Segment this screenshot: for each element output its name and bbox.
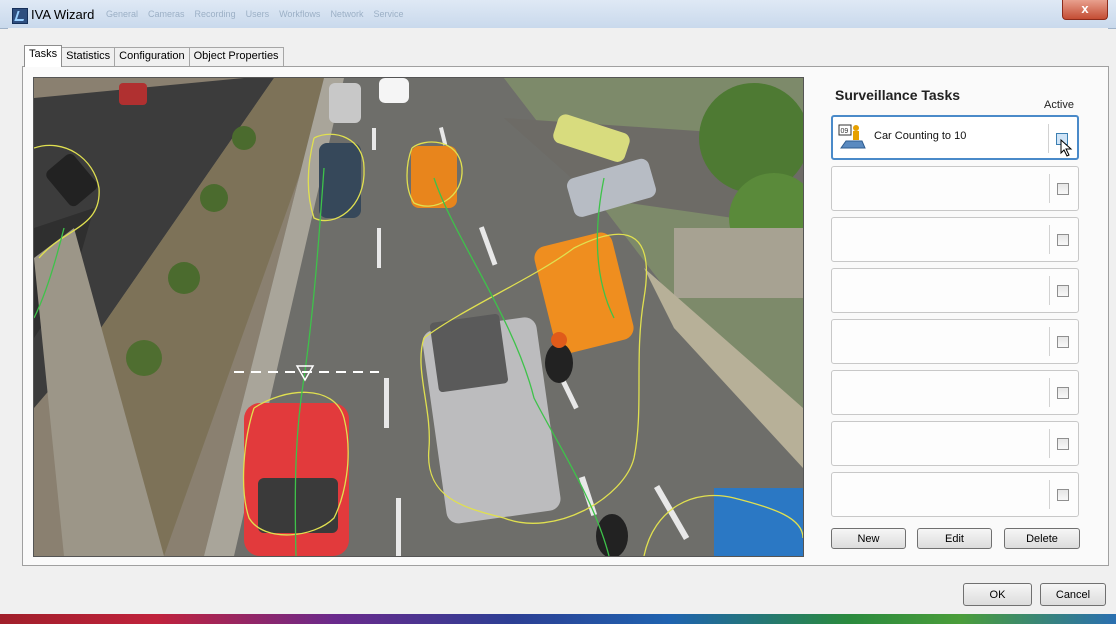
title-bar: IVA Wizard General Cameras Recording Use… bbox=[0, 0, 1116, 29]
surveillance-tasks-title: Surveillance Tasks bbox=[835, 87, 961, 103]
svg-text:09: 09 bbox=[841, 128, 849, 135]
camera-video-view[interactable] bbox=[33, 77, 804, 557]
shrub bbox=[126, 340, 162, 376]
task-row-separator bbox=[1049, 225, 1050, 254]
task-row[interactable] bbox=[831, 166, 1079, 211]
task-row-separator bbox=[1049, 174, 1050, 203]
task-active-checkbox[interactable] bbox=[1057, 183, 1069, 195]
menu-item: General bbox=[106, 9, 139, 19]
window-title: IVA Wizard bbox=[31, 7, 95, 22]
dialog-body: Tasks Statistics Configuration Object Pr… bbox=[8, 28, 1109, 616]
close-button[interactable]: x bbox=[1062, 0, 1108, 20]
task-active-checkbox[interactable] bbox=[1057, 336, 1069, 348]
edit-task-button[interactable]: Edit bbox=[917, 528, 992, 549]
delete-task-button[interactable]: Delete bbox=[1004, 528, 1080, 549]
car-counting-icon: 09 bbox=[838, 124, 866, 149]
task-row[interactable] bbox=[831, 370, 1079, 415]
taskbar-stripe bbox=[0, 614, 1116, 624]
tab-object-properties[interactable]: Object Properties bbox=[188, 47, 284, 66]
shrub bbox=[200, 184, 228, 212]
retaining-wall bbox=[674, 228, 803, 298]
task-row-selected[interactable]: 09 Car Counting to 10 bbox=[831, 115, 1079, 160]
background-menu: General Cameras Recording Users Workflow… bbox=[106, 9, 403, 19]
cancel-button[interactable]: Cancel bbox=[1040, 583, 1106, 606]
menu-item: Workflows bbox=[279, 9, 321, 19]
tab-statistics[interactable]: Statistics bbox=[61, 47, 116, 66]
menu-item: Users bbox=[245, 9, 270, 19]
task-row[interactable] bbox=[831, 319, 1079, 364]
task-label: Car Counting to 10 bbox=[874, 130, 967, 142]
shrub bbox=[232, 126, 256, 150]
menu-item: Recording bbox=[194, 9, 236, 19]
tab-tasks[interactable]: Tasks bbox=[24, 45, 63, 67]
task-row-separator bbox=[1049, 429, 1050, 458]
task-row[interactable] bbox=[831, 217, 1079, 262]
tab-configuration[interactable]: Configuration bbox=[114, 47, 190, 66]
video-frame bbox=[34, 78, 803, 556]
app-icon bbox=[12, 8, 28, 24]
shrub bbox=[168, 262, 200, 294]
active-column-header: Active bbox=[1044, 99, 1074, 111]
menu-item: Cameras bbox=[148, 9, 185, 19]
menu-item: Service bbox=[373, 9, 404, 19]
task-active-checkbox[interactable] bbox=[1057, 285, 1069, 297]
task-active-checkbox[interactable] bbox=[1057, 438, 1069, 450]
task-active-checkbox[interactable] bbox=[1057, 489, 1069, 501]
mouse-cursor-icon bbox=[1060, 139, 1073, 157]
task-row-separator bbox=[1049, 327, 1050, 356]
task-row[interactable] bbox=[831, 472, 1079, 517]
tasks-panel: Surveillance Tasks Active 09 Car Countin… bbox=[22, 66, 1109, 566]
task-row-separator bbox=[1049, 276, 1050, 305]
ok-button[interactable]: OK bbox=[963, 583, 1032, 606]
task-row[interactable] bbox=[831, 421, 1079, 466]
new-task-button[interactable]: New bbox=[831, 528, 906, 549]
tab-strip: Tasks Statistics Configuration Object Pr… bbox=[24, 45, 284, 67]
task-row-separator bbox=[1049, 378, 1050, 407]
menu-item: Network bbox=[330, 9, 364, 19]
task-active-checkbox[interactable] bbox=[1057, 387, 1069, 399]
task-row-separator bbox=[1049, 480, 1050, 509]
task-row[interactable] bbox=[831, 268, 1079, 313]
task-active-checkbox[interactable] bbox=[1057, 234, 1069, 246]
task-row-separator bbox=[1048, 124, 1049, 153]
